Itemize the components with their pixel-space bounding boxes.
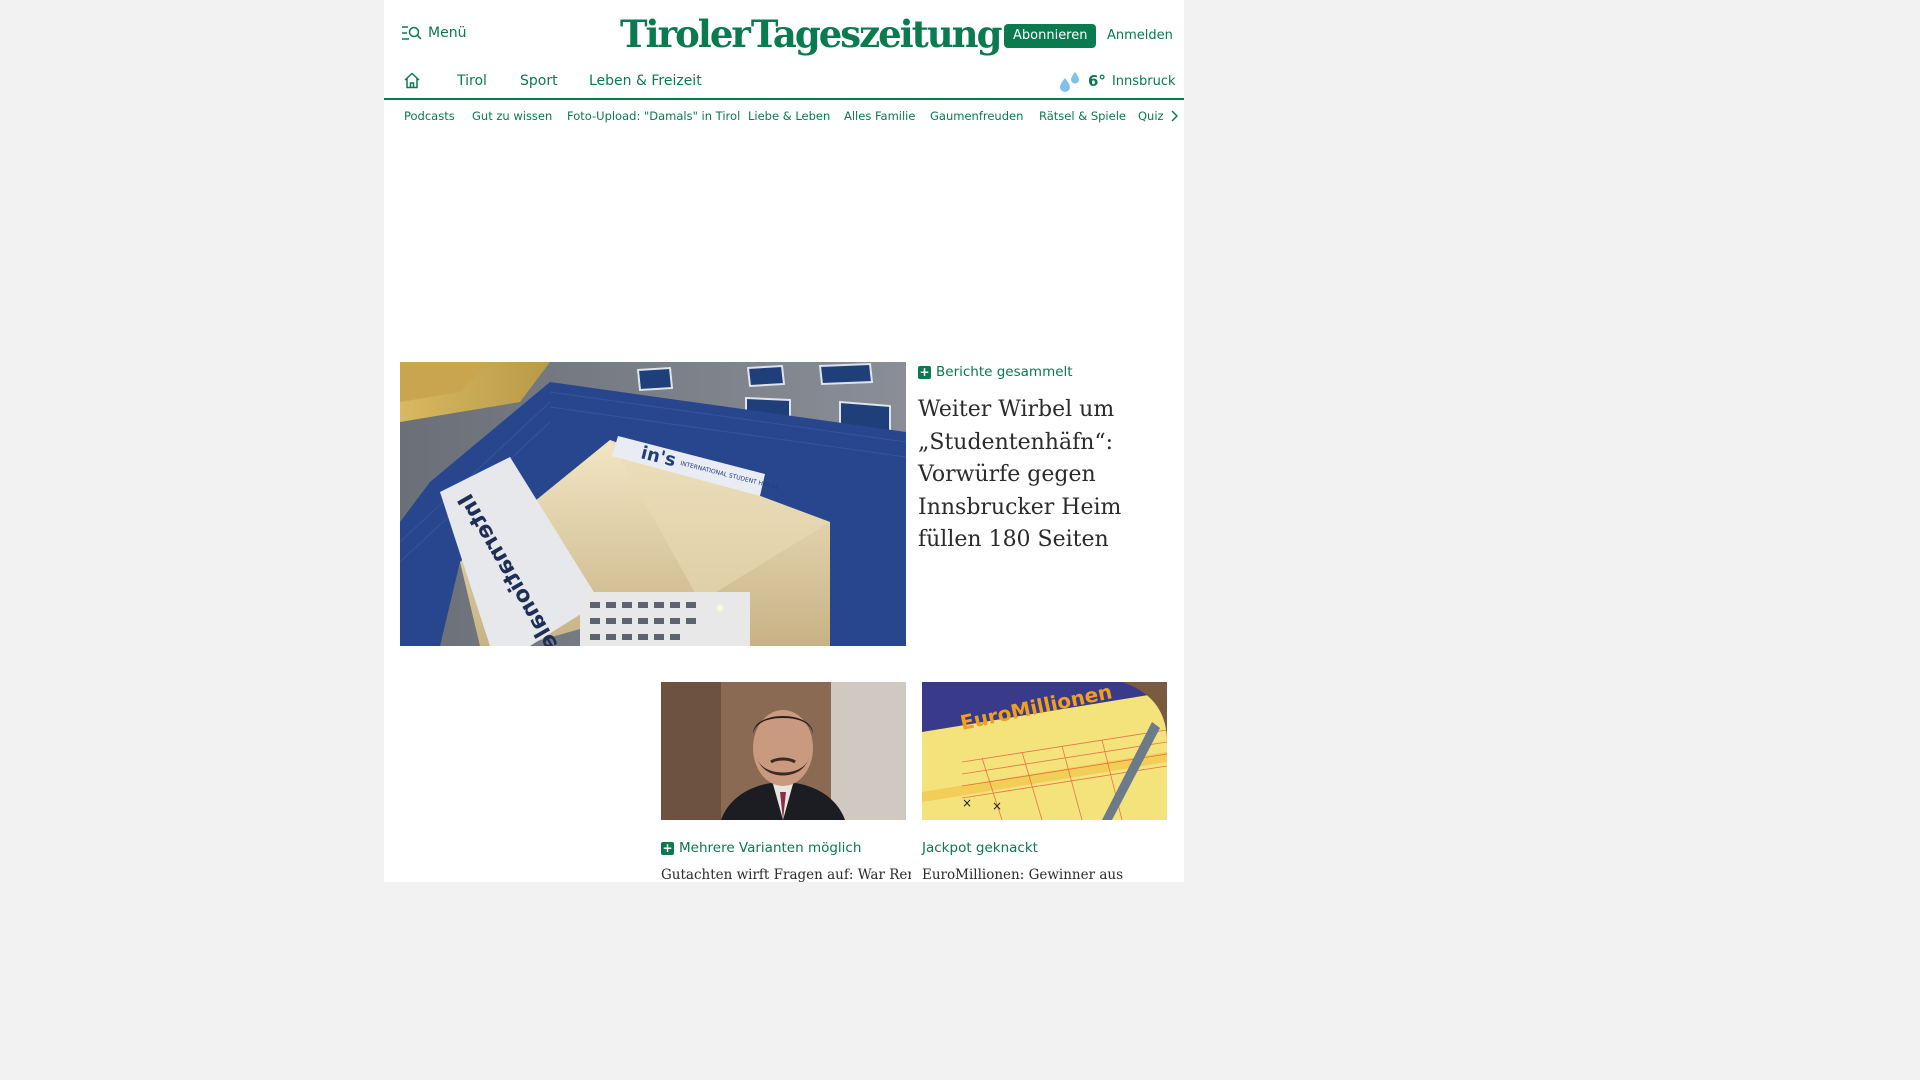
- nav-item-tirol[interactable]: Tirol: [457, 73, 487, 89]
- subnav-item-gut-zu-wissen[interactable]: Gut zu wissen: [472, 109, 552, 123]
- teaser-headline-2[interactable]: EuroMillionen: Gewinner aus: [922, 866, 1172, 882]
- lead-article-image[interactable]: in's INTERNATIONAL STUDENT HOUSE Interna…: [400, 362, 906, 646]
- login-link[interactable]: Anmelden: [1107, 28, 1173, 43]
- page: Menü Tiroler Tageszeitung Abonnieren Anm…: [384, 0, 1184, 882]
- subscribe-button[interactable]: Abonnieren: [1004, 24, 1097, 48]
- subnav-item-quiz[interactable]: Quiz: [1138, 109, 1164, 123]
- ad-placeholder: [384, 136, 1184, 346]
- rain-drops-icon: [1060, 72, 1079, 92]
- subnav-item-gaumenfreuden[interactable]: Gaumenfreuden: [930, 109, 1023, 123]
- nav-item-sport[interactable]: Sport: [520, 73, 558, 89]
- menu-label: Menü: [428, 25, 467, 41]
- weather-widget[interactable]: 6° Innsbruck: [1058, 70, 1176, 92]
- weather-city: Innsbruck: [1111, 73, 1176, 89]
- teaser-image-1[interactable]: [661, 682, 906, 820]
- menu-search-icon: [402, 26, 422, 40]
- menu-button[interactable]: Menü: [402, 25, 466, 41]
- logo-text-part1: Tiroler: [620, 12, 751, 56]
- student-house-photo: in's INTERNATIONAL STUDENT HOUSE Interna…: [400, 362, 906, 646]
- premium-plus-icon: +: [661, 840, 674, 855]
- subnav-item-foto-upload[interactable]: Foto-Upload: "Damals" in Tirol: [567, 109, 740, 123]
- main-nav: Tirol Sport Leben & Freizeit 6° Innsbruc…: [384, 64, 1184, 100]
- svg-text:×: ×: [962, 796, 972, 810]
- svg-text:×: ×: [992, 799, 1002, 813]
- logo-text-part2: Tageszeitung: [750, 12, 1003, 56]
- subnav-item-raetsel-spiele[interactable]: Rätsel & Spiele: [1039, 109, 1126, 123]
- teaser-headline-1[interactable]: Gutachten wirft Fragen auf: War René: [661, 866, 911, 882]
- subnav-item-liebe-leben[interactable]: Liebe & Leben: [748, 109, 830, 123]
- home-icon[interactable]: [403, 72, 421, 89]
- man-portrait-photo: [661, 682, 906, 820]
- nav-item-leben-freizeit[interactable]: Leben & Freizeit: [589, 73, 702, 89]
- subnav-item-alles-familie[interactable]: Alles Familie: [844, 109, 915, 123]
- site-logo[interactable]: Tiroler Tageszeitung: [620, 10, 1002, 58]
- sub-nav: Podcasts Gut zu wissen Foto-Upload: "Dam…: [384, 100, 1184, 132]
- weather-temperature: 6°: [1088, 72, 1106, 90]
- chevron-right-icon[interactable]: [1170, 110, 1178, 122]
- lottery-ticket-photo: EuroMillionen × ×: [922, 682, 1167, 820]
- teaser-kicker-1[interactable]: + Mehrere Varianten möglich: [661, 840, 861, 856]
- teaser-kicker-2-text: Jackpot geknackt: [922, 840, 1038, 856]
- premium-plus-icon: +: [918, 364, 931, 379]
- lead-kicker-text: Berichte gesammelt: [936, 364, 1073, 380]
- top-bar: Menü Tiroler Tageszeitung Abonnieren Anm…: [384, 0, 1184, 64]
- lead-headline[interactable]: Weiter Wirbel um „Studentenhäfn“: Vorwür…: [918, 394, 1168, 557]
- subnav-item-podcasts[interactable]: Podcasts: [404, 109, 455, 123]
- lead-kicker[interactable]: + Berichte gesammelt: [918, 364, 1073, 380]
- teaser-kicker-1-text: Mehrere Varianten möglich: [679, 840, 862, 856]
- teaser-kicker-2[interactable]: Jackpot geknackt: [922, 840, 1038, 856]
- teaser-image-2[interactable]: EuroMillionen × ×: [922, 682, 1167, 820]
